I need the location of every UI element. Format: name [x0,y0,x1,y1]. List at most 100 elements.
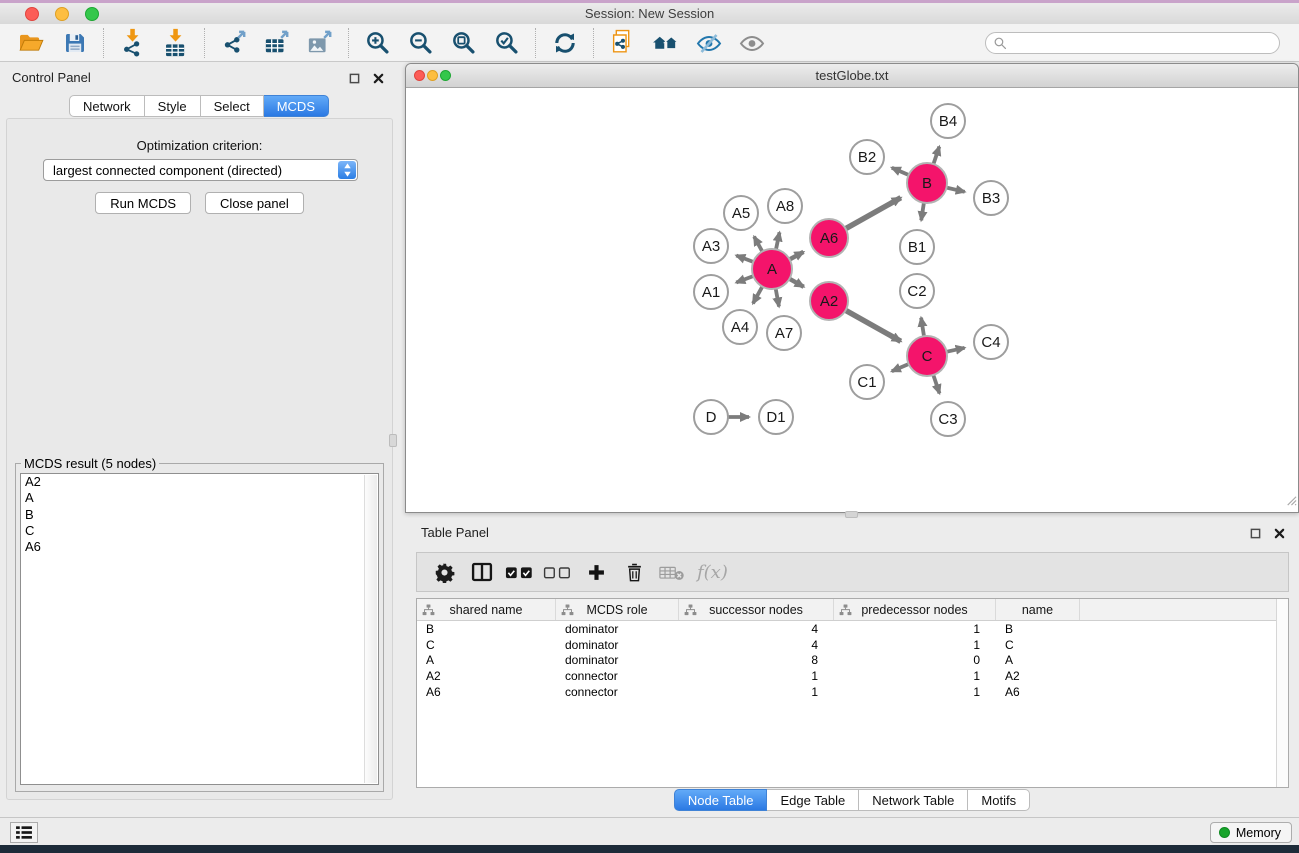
edge-A-A3[interactable] [736,256,755,263]
graph-node-A2[interactable]: A2 [810,282,848,320]
show-columns-button[interactable] [463,555,501,589]
import-network-from-file-button[interactable] [111,26,154,59]
graph-node-A4[interactable]: A4 [723,310,757,344]
zoom-network-window-button[interactable] [440,70,451,81]
edge-B-B4[interactable] [933,147,940,166]
column-header-predecessor-nodes[interactable]: predecessor nodes [834,599,996,620]
graph-node-C3[interactable]: C3 [931,402,965,436]
apply-preferred-layout-button[interactable] [543,26,586,59]
edge-A-A1[interactable] [736,275,755,282]
mcds-result-item[interactable]: A2 [21,474,378,490]
column-header-name[interactable]: name [996,599,1080,620]
edge-A6-B[interactable] [844,198,901,230]
search-box[interactable] [985,32,1280,54]
graph-node-B1[interactable]: B1 [900,230,934,264]
close-window-button[interactable] [25,7,39,21]
tab-network[interactable]: Network [69,95,145,117]
network-canvas[interactable]: B4B2BB3B1A5A8A6A3AA1A4A7A2C2CC4C1C3DD1 [406,88,1298,512]
zoom-selected-region-button[interactable] [485,26,528,59]
new-network-from-selection-button[interactable] [601,26,644,59]
edge-A-A4[interactable] [753,285,763,304]
table-settings-button[interactable] [425,555,463,589]
hide-graphics-details-button[interactable] [687,26,730,59]
export-table-button[interactable] [255,26,298,59]
graph-node-D[interactable]: D [694,400,728,434]
graph-node-B3[interactable]: B3 [974,181,1008,215]
network-window-titlebar[interactable]: testGlobe.txt [406,64,1298,88]
tab-edge-table[interactable]: Edge Table [767,789,859,811]
tab-motifs[interactable]: Motifs [968,789,1030,811]
tab-select[interactable]: Select [201,95,264,117]
edge-A2-C[interactable] [844,309,901,341]
edge-C-C1[interactable] [892,363,911,371]
graph-node-B[interactable]: B [907,163,947,203]
column-header-shared-name[interactable]: shared name [417,599,556,620]
open-file-button[interactable] [10,26,53,59]
show-panels-button[interactable] [10,822,38,843]
select-all-button[interactable] [501,555,539,589]
graph-node-A3[interactable]: A3 [694,229,728,263]
close-panel-button[interactable]: Close panel [205,192,304,214]
first-neighbors-button[interactable] [644,26,687,59]
table-scrollbar[interactable] [1276,599,1288,787]
delete-columns-button[interactable] [615,555,653,589]
function-builder-button[interactable]: f(x) [697,562,728,583]
edge-C-C2[interactable] [921,318,924,339]
graph-node-B2[interactable]: B2 [850,140,884,174]
table-row[interactable]: A6connector11A6 [417,684,1288,700]
mcds-result-item[interactable]: C [21,523,378,539]
tab-mcds[interactable]: MCDS [264,95,329,117]
table-row[interactable]: Adominator80A [417,652,1288,668]
zoom-fit-content-button[interactable] [442,26,485,59]
graph-node-A8[interactable]: A8 [768,189,802,223]
graph-node-C2[interactable]: C2 [900,274,934,308]
zoom-out-button[interactable] [399,26,442,59]
minimize-network-window-button[interactable] [427,70,438,81]
column-header-MCDS-role[interactable]: MCDS role [556,599,679,620]
network-graph[interactable]: B4B2BB3B1A5A8A6A3AA1A4A7A2C2CC4C1C3DD1 [406,88,1298,512]
close-panel-icon[interactable] [371,71,385,85]
mcds-result-list[interactable]: A2ABCA6 [20,473,379,785]
mcds-result-item[interactable]: A [21,490,378,506]
criterion-dropdown[interactable]: largest connected component (directed) [43,159,358,181]
delete-table-button[interactable] [653,555,691,589]
graph-node-A6[interactable]: A6 [810,219,848,257]
export-network-button[interactable] [212,26,255,59]
deselect-all-button[interactable] [539,555,577,589]
save-session-button[interactable] [53,26,96,59]
edge-B-B2[interactable] [892,168,911,176]
mcds-result-item[interactable]: A6 [21,539,378,555]
edge-B-B3[interactable] [945,187,965,192]
close-network-window-button[interactable] [414,70,425,81]
edge-C-C3[interactable] [933,373,940,393]
run-mcds-button[interactable]: Run MCDS [95,192,191,214]
graph-node-A7[interactable]: A7 [767,316,801,350]
float-table-panel-icon[interactable] [1248,526,1262,540]
minimize-window-button[interactable] [55,7,69,21]
graph-node-C[interactable]: C [907,336,947,376]
app-titlebar[interactable]: Session: New Session [0,3,1299,24]
edge-C-C4[interactable] [945,348,965,352]
table-row[interactable]: Bdominator41B [417,621,1288,637]
search-input[interactable] [1011,35,1275,50]
table-row[interactable]: A2connector11A2 [417,668,1288,684]
zoom-window-button[interactable] [85,7,99,21]
export-image-button[interactable] [298,26,341,59]
show-graphics-details-button[interactable] [730,26,773,59]
memory-button[interactable]: Memory [1210,822,1292,843]
table-row[interactable]: Cdominator41C [417,637,1288,653]
result-list-scrollbar[interactable] [364,475,377,783]
mcds-result-item[interactable]: B [21,507,378,523]
graph-node-A1[interactable]: A1 [694,275,728,309]
graph-node-A5[interactable]: A5 [724,196,758,230]
graph-node-C1[interactable]: C1 [850,365,884,399]
graph-node-D1[interactable]: D1 [759,400,793,434]
horizontal-splitter-handle[interactable] [845,511,858,518]
edge-A-A7[interactable] [775,287,779,307]
create-column-button[interactable] [577,555,615,589]
float-panel-icon[interactable] [347,71,361,85]
graph-node-B4[interactable]: B4 [931,104,965,138]
tab-style[interactable]: Style [145,95,201,117]
tab-network-table[interactable]: Network Table [859,789,968,811]
graph-node-C4[interactable]: C4 [974,325,1008,359]
